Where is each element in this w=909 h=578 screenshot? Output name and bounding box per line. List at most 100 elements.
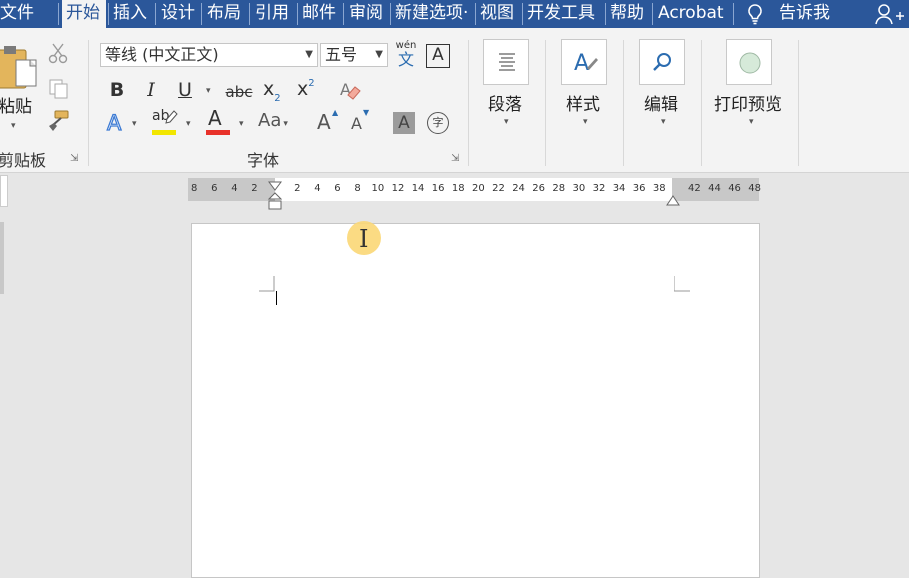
tab-file[interactable]: 文件 — [0, 0, 34, 28]
highlight-button[interactable]: ab — [150, 108, 180, 136]
chevron-down-icon[interactable]: ▾ — [186, 119, 191, 129]
horizontal-ruler[interactable]: 8 6 4 2 2 4 6 8 10 12 14 16 18 20 22 24 26 28 30 32 34 36 38 42… — [188, 178, 761, 210]
tab-help[interactable]: 帮助 — [610, 0, 644, 28]
ruler-number: 20 — [472, 183, 485, 194]
ruler-number: 14 — [411, 183, 425, 194]
hanging-indent-marker[interactable] — [267, 192, 283, 216]
print-preview-label[interactable]: 打印预览 — [714, 90, 782, 115]
text-caret — [276, 291, 277, 305]
italic-button[interactable]: I — [140, 78, 162, 102]
group-divider — [545, 40, 546, 166]
tab-divider — [297, 3, 298, 25]
tab-review[interactable]: 审阅 — [349, 0, 383, 28]
styles-icon: A — [571, 48, 599, 80]
ruler-number: 28 — [552, 183, 566, 194]
group-divider — [623, 40, 624, 166]
tab-layout[interactable]: 布局 — [207, 0, 241, 28]
tab-divider — [108, 3, 109, 25]
tab-acrobat[interactable]: Acrobat — [658, 0, 724, 28]
right-indent-marker[interactable] — [666, 192, 680, 211]
editing-button[interactable] — [639, 39, 685, 85]
ruler-number: 16 — [431, 183, 445, 194]
editing-label[interactable]: 编辑 — [644, 90, 678, 115]
change-case-button[interactable]: Aa ▾ — [258, 110, 298, 136]
top-left-margin-corner — [259, 276, 275, 292]
grow-font-button[interactable]: A ▲ — [317, 108, 341, 136]
font-color-bar — [206, 130, 230, 135]
paste-button[interactable]: 粘贴 — [0, 92, 32, 117]
tab-divider — [475, 3, 476, 25]
group-divider — [701, 40, 702, 166]
shrink-font-button[interactable]: A ▼ — [351, 108, 375, 136]
format-painter-icon[interactable] — [47, 109, 71, 137]
svg-text:A: A — [107, 111, 122, 134]
chevron-down-icon[interactable]: ▾ — [504, 117, 509, 127]
left-ruler-stub — [0, 175, 8, 207]
chevron-down-icon[interactable]: ▾ — [11, 121, 16, 131]
font-name-dropdown[interactable]: 等线 (中文正文) ▼ — [100, 43, 318, 67]
chevron-down-icon[interactable]: ▾ — [661, 117, 666, 127]
grow-font-letter: A — [317, 110, 331, 134]
up-arrow-icon: ▲ — [332, 108, 339, 117]
ruler-number: 22 — [492, 183, 505, 194]
character-border-button[interactable]: A — [426, 44, 450, 68]
ruler-number: 38 — [652, 183, 666, 194]
lightbulb-icon[interactable] — [745, 3, 765, 29]
ruler-number: 24 — [512, 183, 525, 194]
tab-view[interactable]: 视图 — [480, 0, 514, 28]
ruler-number: 32 — [592, 183, 606, 194]
styles-button[interactable]: A — [561, 39, 607, 85]
font-color-button[interactable]: A — [205, 106, 231, 136]
circle-icon — [738, 51, 762, 79]
phonetic-guide-button[interactable]: wén 文 — [395, 40, 417, 70]
subscript-button[interactable]: x2 — [263, 78, 289, 104]
tab-new-options[interactable]: 新建选项· — [395, 0, 468, 28]
clipboard-icon[interactable] — [0, 42, 40, 96]
highlighter-icon — [164, 110, 178, 130]
print-preview-button[interactable] — [726, 39, 772, 85]
chevron-down-icon: ▾ — [283, 119, 288, 129]
clear-formatting-icon[interactable]: A — [338, 79, 362, 107]
tab-references[interactable]: 引用 — [255, 0, 289, 28]
chevron-down-icon[interactable]: ▾ — [749, 117, 754, 127]
tab-developer[interactable]: 开发工具 — [527, 0, 595, 28]
underline-button[interactable]: U — [174, 78, 196, 102]
tell-me-box[interactable]: 告诉我 — [779, 0, 830, 28]
font-size-dropdown[interactable]: 五号 ▼ — [320, 43, 388, 67]
chevron-down-icon[interactable]: ▾ — [239, 119, 244, 129]
chevron-down-icon[interactable]: ▾ — [206, 86, 211, 96]
paragraph-label[interactable]: 段落 — [488, 90, 522, 115]
font-size-value: 五号 — [325, 45, 358, 64]
tab-mailings[interactable]: 邮件 — [302, 0, 336, 28]
superscript-button[interactable]: x2 — [297, 78, 323, 104]
add-person-icon[interactable] — [874, 3, 904, 29]
tab-insert[interactable]: 插入 — [113, 0, 147, 28]
down-arrow-icon: ▼ — [363, 108, 370, 117]
superscript-mark: 2 — [308, 78, 315, 89]
strikethrough-button[interactable]: abc — [224, 80, 254, 104]
bold-button[interactable]: B — [106, 78, 128, 102]
phonetic-char: 文 — [397, 50, 414, 69]
tab-design[interactable]: 设计 — [161, 0, 195, 28]
ruler-number: 10 — [371, 183, 385, 194]
group-divider — [468, 40, 469, 166]
ruler-number: 42 — [688, 183, 701, 194]
tab-divider — [201, 3, 202, 25]
ruler-number: 18 — [451, 183, 465, 194]
styles-label[interactable]: 样式 — [566, 90, 600, 115]
enclose-characters-button[interactable]: 字 — [427, 112, 449, 134]
copy-icon[interactable] — [48, 78, 70, 104]
group-divider — [798, 40, 799, 166]
clipboard-launcher-icon[interactable]: ⇲ — [70, 153, 78, 164]
chevron-down-icon[interactable]: ▾ — [132, 119, 137, 129]
chevron-down-icon[interactable]: ▾ — [583, 117, 588, 127]
text-effects-icon[interactable]: A — [105, 110, 127, 138]
change-case-label: Aa — [258, 110, 282, 131]
tab-home[interactable]: 开始 — [62, 0, 106, 28]
ruler-number: 44 — [708, 183, 721, 194]
font-launcher-icon[interactable]: ⇲ — [451, 153, 459, 164]
character-shading-button[interactable]: A — [393, 112, 415, 134]
paragraph-button[interactable] — [483, 39, 529, 85]
ribbon-tab-bar: 文件 开始 插入 设计 布局 引用 邮件 审阅 新建选项· 视图 开发工具 帮助… — [0, 0, 909, 28]
cut-icon[interactable] — [47, 42, 69, 68]
